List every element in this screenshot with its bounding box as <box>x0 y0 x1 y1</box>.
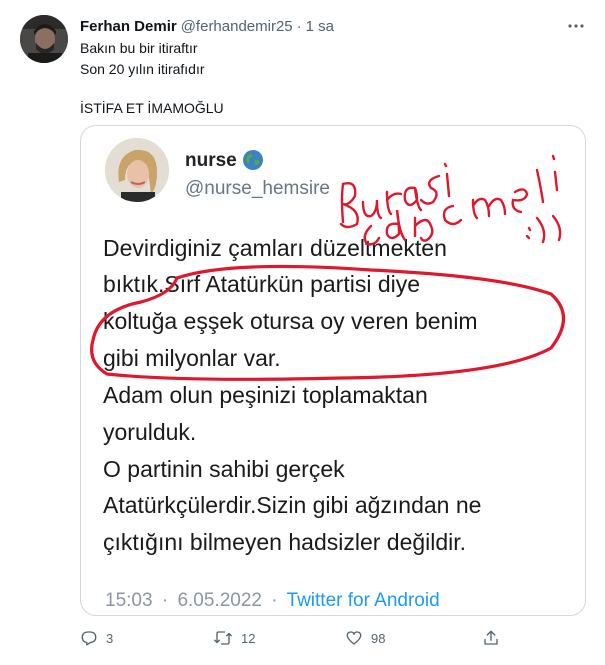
embedded-date: 6.05.2022 <box>177 590 262 611</box>
reply-icon <box>81 631 97 646</box>
embedded-text-line: bıktık.Sırf Atatürkün partisi diye <box>103 271 421 297</box>
embedded-author-handle: @nurse_hemsire <box>185 178 330 199</box>
tweet-actions: 3 12 98 <box>72 623 584 653</box>
embedded-time: 15:03 <box>105 590 153 611</box>
tweet-text-line: Bakın bu bir itiraftır <box>80 40 198 56</box>
reply-count: 3 <box>106 630 114 646</box>
tweet-text-headline: İSTİFA ET İMAMOĞLU <box>80 100 224 116</box>
embedded-author-avatar <box>105 138 169 202</box>
like-button[interactable]: 98 <box>345 623 385 653</box>
more-options-button[interactable] <box>566 16 586 36</box>
embedded-meta: 15:03 · 6.05.2022 · Twitter for Android <box>105 590 440 612</box>
embedded-text-line: çıktığını bilmeyen hadsizler değildir. <box>103 529 467 555</box>
globe-icon <box>241 148 265 172</box>
embedded-meta-separator: · <box>271 590 278 611</box>
tweet-timestamp[interactable]: 1 sa <box>306 18 334 35</box>
embedded-text-line: Adam olun peşinizi toplamaktan <box>103 382 428 408</box>
tweet-header: Ferhan Demir @ferhandemir25 · 1 sa <box>80 16 334 36</box>
embedded-text-line: gibi milyonlar var. <box>103 345 281 371</box>
tweet-text-line: Son 20 yılın itirafıdır <box>80 61 205 77</box>
retweet-count: 12 <box>241 630 256 646</box>
author-name[interactable]: Ferhan Demir <box>80 18 177 35</box>
share-icon <box>484 630 498 645</box>
heart-icon <box>346 631 362 645</box>
embedded-text-line: Devirdiginiz çamları düzeltmekten <box>103 235 447 261</box>
tweet[interactable]: Ferhan Demir @ferhandemir25 · 1 sa Bakın… <box>0 0 605 665</box>
embedded-author-name: nurse <box>185 150 237 171</box>
author-avatar[interactable] <box>20 15 68 63</box>
retweet-icon <box>214 631 232 645</box>
embedded-text-line: yorulduk. <box>103 419 197 445</box>
header-separator: · <box>296 17 302 35</box>
embedded-text-line: O partinin sahibi gerçek <box>103 456 345 482</box>
embedded-text-line: koltuğa eşşek otursa oy veren benim <box>103 308 478 334</box>
author-handle[interactable]: @ferhandemir25 <box>181 18 293 35</box>
like-count: 98 <box>371 630 386 646</box>
retweet-button[interactable]: 12 <box>213 623 255 653</box>
embedded-meta-separator: · <box>161 590 169 611</box>
reply-button[interactable]: 3 <box>80 623 113 653</box>
embedded-source: Twitter for Android <box>286 590 440 611</box>
embedded-text-line: Atatürkçülerdir.Sizin gibi ağzından ne <box>103 492 482 518</box>
attached-screenshot[interactable]: nurse @nurse_hemsire Devirdiginiz çamlar… <box>80 125 586 616</box>
share-button[interactable] <box>482 623 500 653</box>
more-horizontal-icon <box>568 24 584 28</box>
